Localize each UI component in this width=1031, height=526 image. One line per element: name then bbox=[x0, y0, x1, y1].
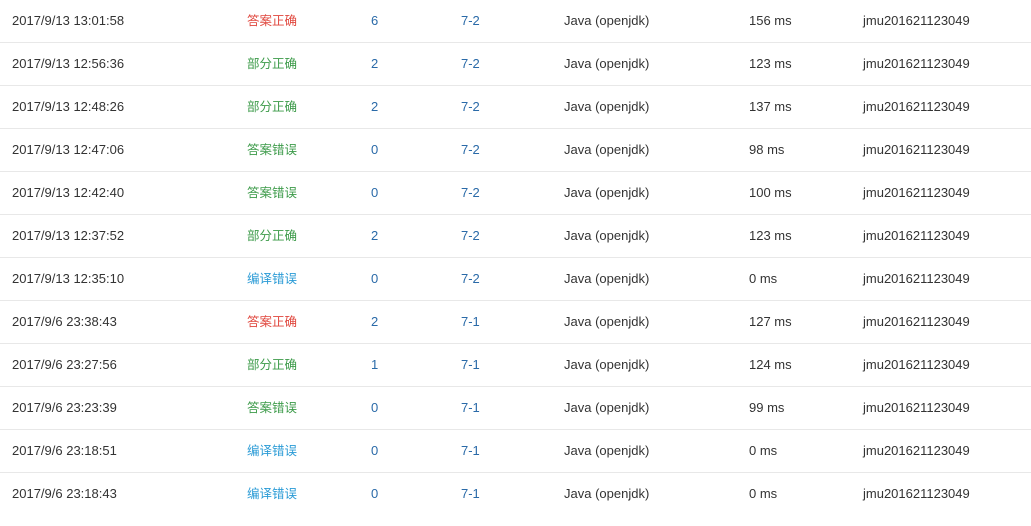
score-value: 0 bbox=[371, 443, 379, 458]
problem-link[interactable]: 7-1 bbox=[461, 301, 480, 343]
status-link[interactable]: 部分正确 bbox=[247, 344, 297, 386]
score-value: 6 bbox=[371, 13, 379, 28]
compiler-value: Java (openjdk) bbox=[564, 486, 650, 501]
submit-time: 2017/9/13 12:47:06 bbox=[12, 142, 125, 157]
problem-link[interactable]: 7-2 bbox=[461, 215, 480, 257]
submit-time: 2017/9/13 12:48:26 bbox=[12, 99, 125, 114]
problem-link[interactable]: 7-1 bbox=[461, 344, 480, 386]
status-link[interactable]: 答案错误 bbox=[247, 172, 297, 214]
submit-time: 2017/9/6 23:23:39 bbox=[12, 400, 117, 415]
table-row: 2017/9/13 12:35:10 编译错误 0 7-2 Java (open… bbox=[0, 258, 1031, 301]
submit-time: 2017/9/13 12:35:10 bbox=[12, 271, 125, 286]
table-row: 2017/9/6 23:18:51 编译错误 0 7-1 Java (openj… bbox=[0, 430, 1031, 473]
problem-link[interactable]: 7-2 bbox=[461, 172, 480, 214]
score-value: 0 bbox=[371, 142, 379, 157]
problem-link[interactable]: 7-2 bbox=[461, 43, 480, 85]
compiler-value: Java (openjdk) bbox=[564, 13, 650, 28]
submit-time: 2017/9/6 23:18:51 bbox=[12, 443, 117, 458]
runtime-value: 123 ms bbox=[749, 228, 792, 243]
runtime-value: 123 ms bbox=[749, 56, 792, 71]
status-link[interactable]: 编译错误 bbox=[247, 258, 297, 300]
problem-link[interactable]: 7-1 bbox=[461, 430, 480, 472]
runtime-value: 124 ms bbox=[749, 357, 792, 372]
user-value: jmu201621123049 bbox=[863, 271, 970, 286]
user-value: jmu201621123049 bbox=[863, 486, 970, 501]
user-value: jmu201621123049 bbox=[863, 99, 970, 114]
compiler-value: Java (openjdk) bbox=[564, 185, 650, 200]
submit-time: 2017/9/13 13:01:58 bbox=[12, 13, 125, 28]
submit-time: 2017/9/6 23:18:43 bbox=[12, 486, 117, 501]
status-link[interactable]: 答案错误 bbox=[247, 129, 297, 171]
compiler-value: Java (openjdk) bbox=[564, 357, 650, 372]
runtime-value: 98 ms bbox=[749, 142, 785, 157]
table-row: 2017/9/13 12:37:52 部分正确 2 7-2 Java (open… bbox=[0, 215, 1031, 258]
table-row: 2017/9/13 12:47:06 答案错误 0 7-2 Java (open… bbox=[0, 129, 1031, 172]
submissions-table: 2017/9/13 13:01:58 答案正确 6 7-2 Java (open… bbox=[0, 0, 1031, 516]
runtime-value: 100 ms bbox=[749, 185, 792, 200]
status-link[interactable]: 部分正确 bbox=[247, 43, 297, 85]
runtime-value: 127 ms bbox=[749, 314, 792, 329]
status-link[interactable]: 编译错误 bbox=[247, 473, 297, 515]
table-row: 2017/9/13 12:56:36 部分正确 2 7-2 Java (open… bbox=[0, 43, 1031, 86]
user-value: jmu201621123049 bbox=[863, 228, 970, 243]
user-value: jmu201621123049 bbox=[863, 400, 970, 415]
runtime-value: 0 ms bbox=[749, 443, 778, 458]
status-link[interactable]: 编译错误 bbox=[247, 430, 297, 472]
problem-link[interactable]: 7-2 bbox=[461, 258, 480, 300]
score-value: 2 bbox=[371, 228, 379, 243]
user-value: jmu201621123049 bbox=[863, 314, 970, 329]
runtime-value: 156 ms bbox=[749, 13, 792, 28]
status-link[interactable]: 答案错误 bbox=[247, 387, 297, 429]
submit-time: 2017/9/13 12:56:36 bbox=[12, 56, 125, 71]
table-row: 2017/9/6 23:27:56 部分正确 1 7-1 Java (openj… bbox=[0, 344, 1031, 387]
score-value: 0 bbox=[371, 400, 379, 415]
score-value: 0 bbox=[371, 271, 379, 286]
compiler-value: Java (openjdk) bbox=[564, 228, 650, 243]
runtime-value: 99 ms bbox=[749, 400, 785, 415]
problem-link[interactable]: 7-2 bbox=[461, 86, 480, 128]
user-value: jmu201621123049 bbox=[863, 357, 970, 372]
compiler-value: Java (openjdk) bbox=[564, 99, 650, 114]
user-value: jmu201621123049 bbox=[863, 443, 970, 458]
compiler-value: Java (openjdk) bbox=[564, 142, 650, 157]
problem-link[interactable]: 7-2 bbox=[461, 129, 480, 171]
submit-time: 2017/9/6 23:27:56 bbox=[12, 357, 117, 372]
user-value: jmu201621123049 bbox=[863, 185, 970, 200]
problem-link[interactable]: 7-1 bbox=[461, 387, 480, 429]
compiler-value: Java (openjdk) bbox=[564, 400, 650, 415]
table-row: 2017/9/6 23:18:43 编译错误 0 7-1 Java (openj… bbox=[0, 473, 1031, 516]
submit-time: 2017/9/6 23:38:43 bbox=[12, 314, 117, 329]
score-value: 0 bbox=[371, 185, 379, 200]
compiler-value: Java (openjdk) bbox=[564, 56, 650, 71]
submit-time: 2017/9/13 12:42:40 bbox=[12, 185, 125, 200]
user-value: jmu201621123049 bbox=[863, 142, 970, 157]
compiler-value: Java (openjdk) bbox=[564, 271, 650, 286]
compiler-value: Java (openjdk) bbox=[564, 443, 650, 458]
runtime-value: 0 ms bbox=[749, 486, 778, 501]
score-value: 2 bbox=[371, 314, 379, 329]
user-value: jmu201621123049 bbox=[863, 13, 970, 28]
status-link[interactable]: 部分正确 bbox=[247, 215, 297, 257]
table-row: 2017/9/13 12:48:26 部分正确 2 7-2 Java (open… bbox=[0, 86, 1031, 129]
status-link[interactable]: 答案正确 bbox=[247, 0, 297, 42]
score-value: 1 bbox=[371, 357, 379, 372]
problem-link[interactable]: 7-1 bbox=[461, 473, 480, 515]
score-value: 2 bbox=[371, 99, 379, 114]
submit-time: 2017/9/13 12:37:52 bbox=[12, 228, 125, 243]
table-row: 2017/9/6 23:38:43 答案正确 2 7-1 Java (openj… bbox=[0, 301, 1031, 344]
status-link[interactable]: 答案正确 bbox=[247, 301, 297, 343]
compiler-value: Java (openjdk) bbox=[564, 314, 650, 329]
problem-link[interactable]: 7-2 bbox=[461, 0, 480, 42]
score-value: 0 bbox=[371, 486, 379, 501]
user-value: jmu201621123049 bbox=[863, 56, 970, 71]
table-row: 2017/9/6 23:23:39 答案错误 0 7-1 Java (openj… bbox=[0, 387, 1031, 430]
runtime-value: 137 ms bbox=[749, 99, 792, 114]
table-row: 2017/9/13 12:42:40 答案错误 0 7-2 Java (open… bbox=[0, 172, 1031, 215]
status-link[interactable]: 部分正确 bbox=[247, 86, 297, 128]
table-row: 2017/9/13 13:01:58 答案正确 6 7-2 Java (open… bbox=[0, 0, 1031, 43]
runtime-value: 0 ms bbox=[749, 271, 778, 286]
score-value: 2 bbox=[371, 56, 379, 71]
